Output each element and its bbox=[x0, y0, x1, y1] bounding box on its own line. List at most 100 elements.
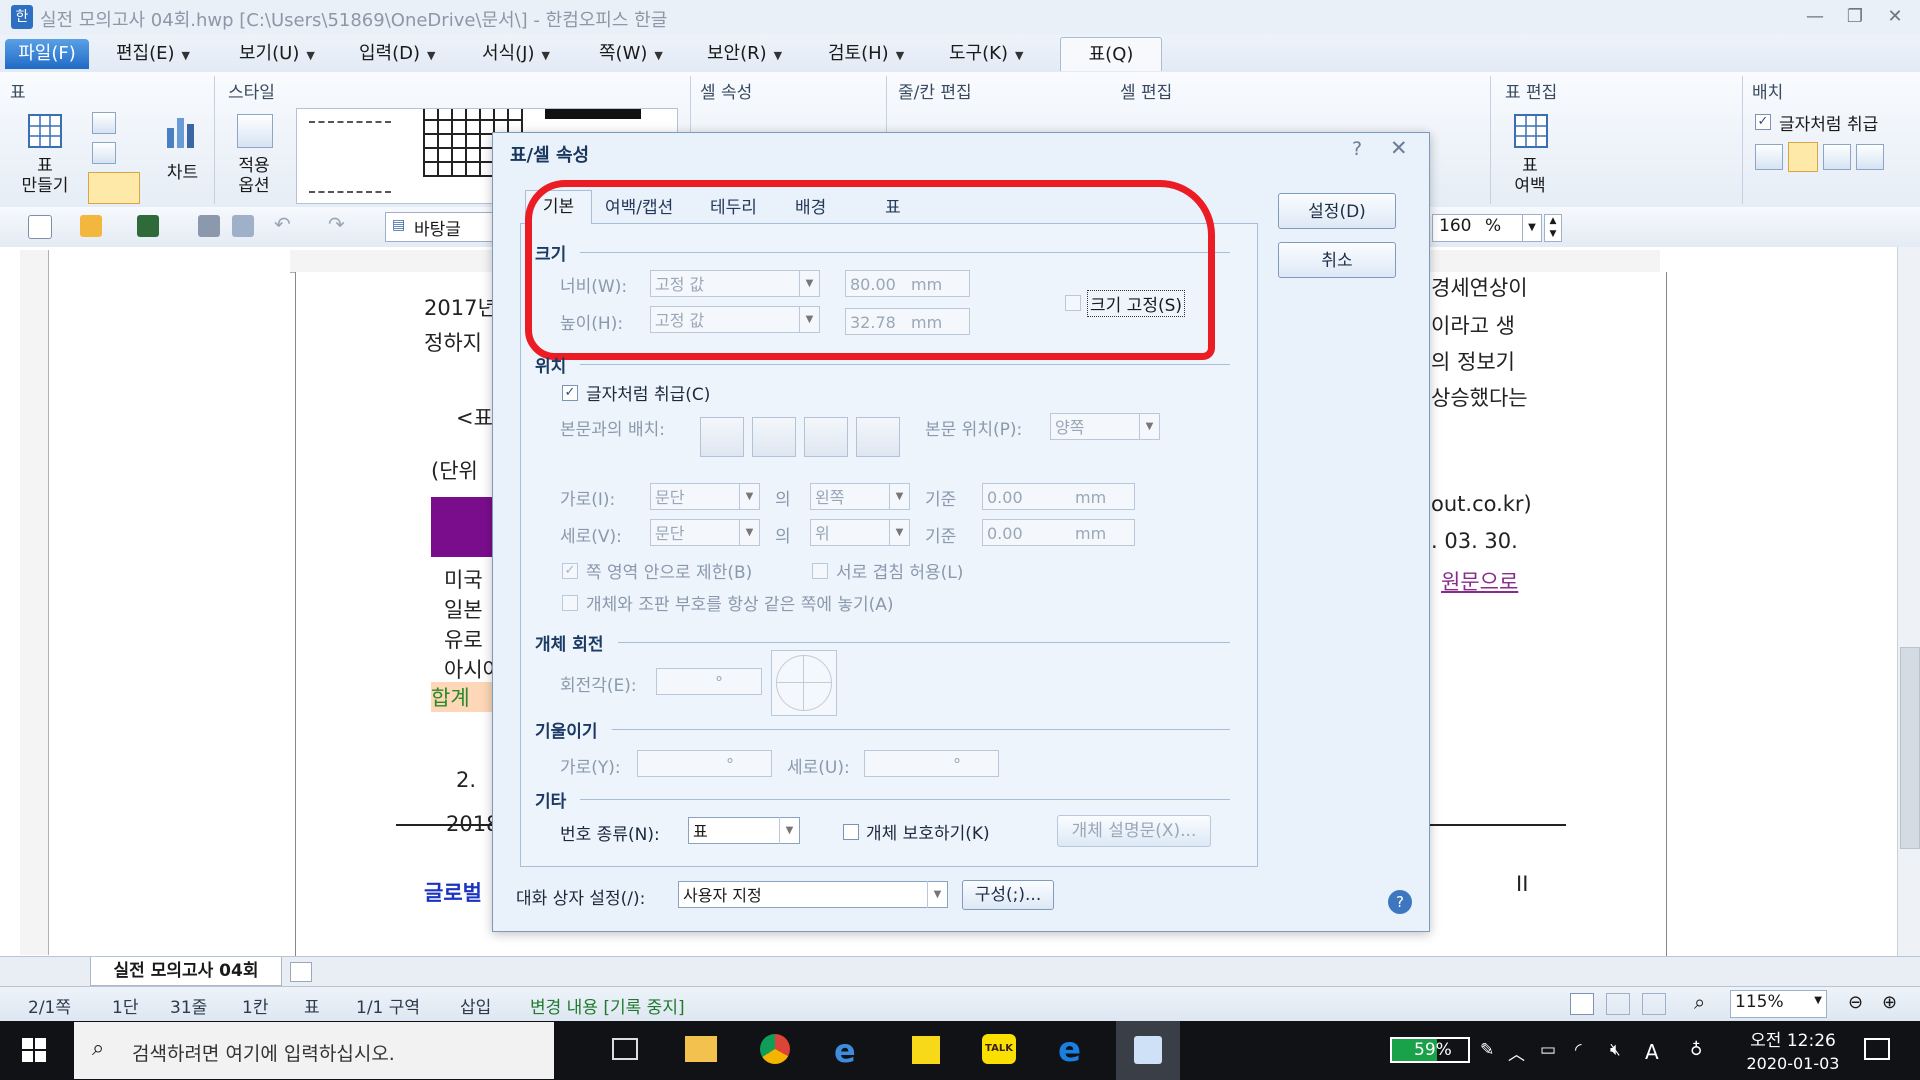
wrap-behind-icon[interactable] bbox=[1823, 144, 1851, 170]
network-icon[interactable]: ▭ bbox=[1540, 1040, 1556, 1060]
style-selector[interactable]: ▤ 바탕글 bbox=[385, 212, 497, 242]
wrap-behind-button[interactable] bbox=[804, 417, 848, 457]
apply-options-button[interactable]: 적용 옵션 bbox=[225, 110, 283, 205]
close-icon[interactable]: ✕ bbox=[1390, 136, 1408, 160]
zoom-in-icon[interactable]: ⊕ bbox=[1882, 992, 1897, 1013]
menu-page[interactable]: 쪽(W) ▼ bbox=[595, 40, 667, 68]
zoom-stepper[interactable]: ▲ ▼ bbox=[1544, 214, 1562, 242]
volume-mute-icon[interactable]: 🔇︎ bbox=[1610, 1040, 1621, 1060]
clock-time[interactable]: 오전 12:26 bbox=[1738, 1026, 1848, 1051]
zoom-icon[interactable]: ⌕ bbox=[1694, 990, 1705, 1014]
menu-view[interactable]: 보기(U) ▼ bbox=[235, 40, 319, 68]
scroll-thumb[interactable] bbox=[1900, 647, 1920, 849]
horizontal-offset-input[interactable]: 0.00 mm bbox=[982, 483, 1135, 510]
treat-as-char-checkbox[interactable]: ✓ bbox=[562, 385, 578, 401]
taskbar-search[interactable]: ⌕ 검색하려면 여기에 입력하십시오. bbox=[74, 1022, 554, 1079]
windows-start-icon[interactable] bbox=[22, 1038, 46, 1062]
table-erase-icon[interactable] bbox=[92, 142, 116, 164]
view-draft-icon[interactable] bbox=[1606, 993, 1630, 1015]
status-track-changes[interactable]: 변경 내용 [기록 중지] bbox=[530, 993, 685, 1018]
make-table-button[interactable]: 표 만들기 bbox=[10, 110, 80, 205]
same-page-checkbox[interactable] bbox=[562, 595, 578, 611]
rotation-angle-input[interactable]: ° bbox=[656, 668, 762, 695]
doc-link[interactable]: 원문으로 bbox=[1441, 566, 1518, 596]
wrap-tight-button[interactable] bbox=[752, 417, 796, 457]
wrap-tight-icon[interactable] bbox=[1788, 142, 1818, 172]
table-draw-icon[interactable] bbox=[92, 112, 116, 134]
body-position-select[interactable]: 양쪽 ▼ bbox=[1050, 413, 1160, 440]
wifi-icon[interactable]: ◜ bbox=[1575, 1040, 1582, 1060]
kakaotalk-icon[interactable]: TALK bbox=[982, 1034, 1016, 1064]
view-outline-icon[interactable] bbox=[1642, 993, 1666, 1015]
status-page[interactable]: 2/1쪽 bbox=[28, 993, 71, 1018]
document-tab[interactable]: 실전 모의고사 04회 bbox=[90, 957, 282, 986]
skew-vertical-input[interactable]: ° bbox=[864, 750, 999, 777]
chrome-icon[interactable] bbox=[760, 1034, 790, 1064]
table-convert-button[interactable] bbox=[88, 172, 140, 204]
number-type-select[interactable]: 표 ▼ bbox=[688, 817, 800, 844]
zoom-out-icon[interactable]: ⊖ bbox=[1848, 992, 1863, 1013]
vertical-align-select[interactable]: 위 ▼ bbox=[810, 519, 910, 546]
vertical-offset-input[interactable]: 0.00 mm bbox=[982, 519, 1135, 546]
pen-icon[interactable]: ✎ bbox=[1480, 1040, 1494, 1060]
ime-indicator[interactable]: A bbox=[1645, 1040, 1659, 1064]
zoom-input[interactable]: 160 % bbox=[1432, 214, 1524, 242]
sticky-notes-icon[interactable] bbox=[912, 1036, 940, 1064]
open-folder-icon[interactable] bbox=[80, 215, 102, 237]
help-circle-icon[interactable]: ? bbox=[1388, 890, 1412, 914]
wrap-front-button[interactable] bbox=[856, 417, 900, 457]
object-description-button[interactable]: 개체 설명문(X)... bbox=[1057, 815, 1211, 847]
preview-icon[interactable] bbox=[232, 215, 254, 237]
wrap-square-button[interactable] bbox=[700, 417, 744, 457]
view-page-icon[interactable] bbox=[1570, 993, 1594, 1015]
edge-icon[interactable]: e bbox=[1058, 1030, 1081, 1070]
table-header-cell[interactable] bbox=[431, 497, 501, 557]
chevron-up-icon[interactable]: ︿ bbox=[1508, 1040, 1525, 1065]
allow-overlap-checkbox[interactable] bbox=[812, 563, 828, 579]
close-button[interactable]: ✕ bbox=[1875, 4, 1915, 30]
limit-page-checkbox[interactable]: ✓ bbox=[562, 563, 578, 579]
menu-file[interactable]: 파일(F) bbox=[5, 39, 89, 69]
file-explorer-icon[interactable] bbox=[685, 1036, 717, 1062]
vertical-scrollbar[interactable] bbox=[1897, 247, 1920, 956]
redo-icon[interactable]: ↷ bbox=[328, 212, 345, 236]
cancel-button[interactable]: 취소 bbox=[1278, 242, 1396, 278]
clock-date[interactable]: 2020-01-03 bbox=[1738, 1054, 1848, 1073]
save-icon[interactable] bbox=[137, 215, 159, 237]
menu-tools[interactable]: 도구(K) ▼ bbox=[945, 40, 1027, 68]
table-margin-button[interactable]: 표 여백 bbox=[1500, 110, 1560, 205]
rotation-dial[interactable] bbox=[771, 650, 837, 716]
style-dashed-thumb[interactable] bbox=[309, 121, 391, 193]
menu-insert[interactable]: 입력(D) ▼ bbox=[355, 40, 440, 68]
menu-review[interactable]: 검토(H) ▼ bbox=[824, 40, 908, 68]
horizontal-align-select[interactable]: 왼쪽 ▼ bbox=[810, 483, 910, 510]
menu-security[interactable]: 보안(R) ▼ bbox=[703, 40, 786, 68]
menu-table[interactable]: 표(Q) bbox=[1060, 37, 1162, 71]
chevron-down-icon[interactable]: ▼ bbox=[1522, 214, 1542, 242]
style-dark-thumb[interactable] bbox=[545, 109, 641, 119]
notification-icon[interactable] bbox=[1864, 1038, 1890, 1060]
internet-explorer-icon[interactable]: e bbox=[834, 1032, 856, 1070]
battery-indicator[interactable]: 59% bbox=[1390, 1037, 1470, 1063]
checkbox[interactable]: ✓ bbox=[1755, 114, 1771, 130]
ime-mode-icon[interactable]: ♁ bbox=[1690, 1040, 1702, 1060]
minimize-button[interactable]: — bbox=[1795, 4, 1835, 30]
ok-button[interactable]: 설정(D) bbox=[1278, 193, 1396, 229]
horizontal-ref-select[interactable]: 문단 ▼ bbox=[650, 483, 760, 510]
status-mode[interactable]: 삽입 bbox=[460, 993, 491, 1018]
wrap-square-icon[interactable] bbox=[1755, 144, 1783, 170]
print-icon[interactable] bbox=[198, 215, 220, 237]
help-icon[interactable]: ? bbox=[1352, 138, 1362, 160]
task-view-icon[interactable] bbox=[612, 1038, 638, 1060]
vertical-ruler[interactable] bbox=[20, 250, 49, 955]
new-tab-icon[interactable] bbox=[290, 962, 312, 982]
dialog-setting-select[interactable]: 사용자 지정 ▼ bbox=[678, 881, 948, 908]
menu-format[interactable]: 서식(J) ▼ bbox=[478, 40, 554, 68]
new-document-icon[interactable] bbox=[28, 215, 52, 239]
undo-icon[interactable]: ↶ bbox=[274, 212, 291, 236]
chart-button[interactable]: 차트 bbox=[155, 110, 210, 200]
hwp-taskbar-item[interactable] bbox=[1116, 1021, 1180, 1080]
skew-horizontal-input[interactable]: ° bbox=[637, 750, 772, 777]
wrap-front-icon[interactable] bbox=[1856, 144, 1884, 170]
configure-button[interactable]: 구성(;)... bbox=[962, 880, 1054, 910]
